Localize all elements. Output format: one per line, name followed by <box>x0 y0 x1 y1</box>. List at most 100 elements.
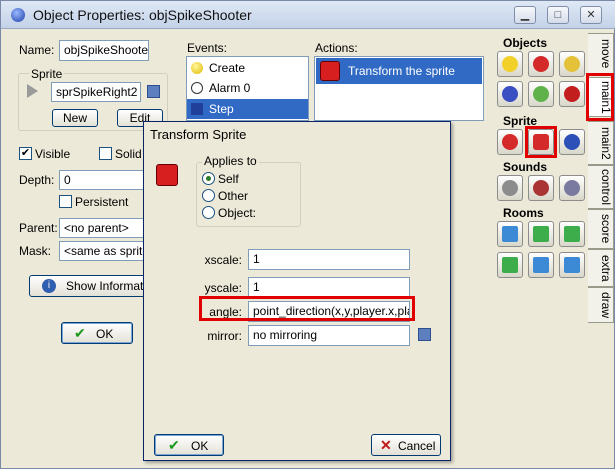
check-previous-room-button[interactable] <box>528 252 554 278</box>
create-moving-button[interactable] <box>528 51 554 77</box>
previous-room-button[interactable] <box>497 221 523 247</box>
tab-score[interactable]: score <box>588 209 614 249</box>
persistent-label: Persistent <box>75 195 129 209</box>
persistent-checkbox[interactable] <box>59 195 72 208</box>
stop-sound-button[interactable] <box>528 175 554 201</box>
visible-label: Visible <box>35 147 71 161</box>
previous-room-icon <box>502 226 518 242</box>
mirror-select[interactable]: no mirroring <box>248 325 410 346</box>
sound-check-icon <box>564 180 580 196</box>
play-sound-button[interactable] <box>497 175 523 201</box>
event-item-step-label: Step <box>209 102 234 116</box>
dialog-cancel-icon: ✕ <box>380 437 392 453</box>
destroy-at-position-button[interactable] <box>559 81 585 107</box>
check-sound-button[interactable] <box>559 175 585 201</box>
depth-input[interactable]: 0 <box>59 170 149 190</box>
different-room-icon <box>502 257 518 273</box>
mask-label: Mask: <box>19 244 52 258</box>
sprite-group-label: Sprite <box>29 67 65 81</box>
mirror-menu-icon[interactable] <box>418 328 431 341</box>
yscale-input[interactable]: 1 <box>248 277 410 298</box>
object-radio[interactable] <box>202 206 215 219</box>
sprite-menu-icon[interactable] <box>147 85 160 98</box>
new-sprite-button[interactable]: New <box>52 109 98 127</box>
dialog-cancel-label: Cancel <box>398 439 436 453</box>
create-instance-button[interactable] <box>497 51 523 77</box>
next-room-button[interactable] <box>528 221 554 247</box>
name-label: Name: <box>19 43 55 57</box>
other-radio[interactable] <box>202 189 215 202</box>
dialog-check-icon: ✔ <box>168 437 180 453</box>
other-label: Other <box>218 189 249 203</box>
depth-label: Depth: <box>19 173 55 187</box>
main1-tab-highlight <box>586 73 614 121</box>
ok-label: OK <box>96 327 114 341</box>
yscale-label: yscale: <box>204 281 242 295</box>
actions-list[interactable]: Transform the sprite <box>314 56 484 121</box>
action-item-transform[interactable]: Transform the sprite <box>316 58 482 84</box>
info-icon: i <box>42 279 56 293</box>
parent-field[interactable]: <no parent> <box>59 218 149 238</box>
event-item-alarm-0[interactable]: Alarm 0 <box>209 81 250 95</box>
dynamite-icon <box>564 86 580 102</box>
parent-label: Parent: <box>19 221 58 235</box>
check-next-room-button[interactable] <box>559 252 585 278</box>
color-sprite-button[interactable] <box>559 129 585 155</box>
change-instance-icon <box>502 86 518 102</box>
mask-field[interactable]: <same as sprite> <box>59 241 149 261</box>
check-previous-room-icon <box>533 257 549 273</box>
objects-section-label: Objects <box>503 36 548 50</box>
xscale-input[interactable]: 1 <box>248 249 410 270</box>
maximize-button[interactable]: □ <box>547 6 569 24</box>
visible-checkbox[interactable]: ✔ <box>19 147 32 160</box>
create-random-button[interactable] <box>559 51 585 77</box>
object-label: Object: <box>218 206 257 220</box>
tab-draw[interactable]: draw <box>588 287 614 323</box>
tab-extra[interactable]: extra <box>588 249 614 287</box>
create-random-icon <box>564 56 580 72</box>
ok-button[interactable]: ✔ OK <box>61 322 133 344</box>
create-event-icon <box>191 62 203 74</box>
recycle-icon <box>533 86 549 102</box>
action-item-transform-label: Transform the sprite <box>348 64 455 78</box>
self-label: Self <box>218 172 239 186</box>
minimize-button[interactable]: ▁ <box>514 6 536 24</box>
speaker-muted-icon <box>533 180 549 196</box>
alarm-event-icon <box>191 82 203 94</box>
tab-control[interactable]: control <box>588 165 614 209</box>
sounds-section-label: Sounds <box>503 160 547 174</box>
dialog-ok-button[interactable]: ✔ OK <box>154 434 224 456</box>
sprite-field[interactable]: sprSpikeRight2 <box>51 82 141 102</box>
dialog-ok-label: OK <box>191 439 209 453</box>
dialog-title: Transform Sprite <box>150 127 247 142</box>
event-item-create[interactable]: Create <box>209 61 245 75</box>
destroy-instance-button[interactable] <box>528 81 554 107</box>
different-room-button[interactable] <box>497 252 523 278</box>
close-button[interactable]: ✕ <box>580 6 602 24</box>
step-event-icon <box>191 103 203 115</box>
window-title: Object Properties: objSpikeShooter <box>33 7 252 23</box>
solid-label: Solid <box>115 147 142 161</box>
restart-room-icon <box>564 226 580 242</box>
restart-room-button[interactable] <box>559 221 585 247</box>
change-instance-button[interactable] <box>497 81 523 107</box>
app-icon <box>11 8 25 22</box>
events-list[interactable]: Create Alarm 0 Step <box>186 56 309 121</box>
change-sprite-icon <box>502 134 518 150</box>
xscale-label: xscale: <box>204 253 242 267</box>
tab-main2[interactable]: main2 <box>588 121 614 165</box>
tab-move[interactable]: move <box>588 33 614 75</box>
change-sprite-button[interactable] <box>497 129 523 155</box>
title-bar[interactable]: Object Properties: objSpikeShooter ▁ □ ✕ <box>1 1 615 29</box>
sprite-arrow-icon <box>27 84 38 98</box>
show-information-button[interactable]: i Show Information <box>29 275 159 297</box>
transform-sprite-dialog-icon <box>156 164 178 186</box>
mirror-label: mirror: <box>207 329 242 343</box>
dialog-cancel-button[interactable]: ✕ Cancel <box>371 434 441 456</box>
name-input[interactable]: objSpikeShooter <box>59 40 149 61</box>
transform-sprite-highlight <box>525 126 557 158</box>
transform-sprite-dialog: Transform Sprite Applies to Self Other O… <box>143 121 451 461</box>
event-item-step[interactable]: Step <box>187 99 308 119</box>
self-radio[interactable] <box>202 172 215 185</box>
solid-checkbox[interactable] <box>99 147 112 160</box>
